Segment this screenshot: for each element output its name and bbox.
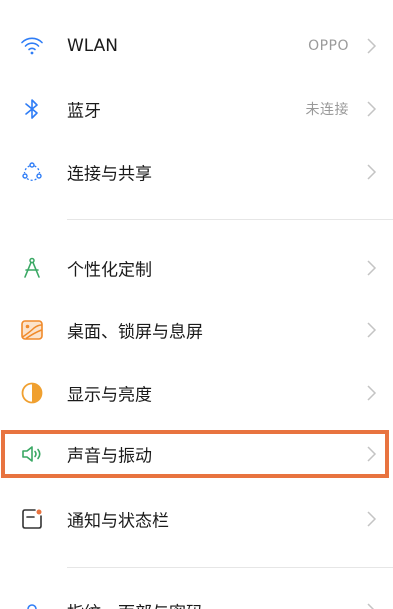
chevron-right-icon <box>367 164 377 180</box>
chevron-right-icon <box>367 446 377 462</box>
chevron-right-icon <box>367 603 375 609</box>
sound-vibration-row[interactable]: 声音与振动 <box>0 428 393 480</box>
notification-statusbar-label: 通知与状态栏 <box>67 511 169 532</box>
section-divider <box>67 219 393 220</box>
sound-vibration-label: 声音与振动 <box>67 446 152 467</box>
display-brightness-label: 显示与亮度 <box>67 385 152 406</box>
connection-share-label: 连接与共享 <box>67 164 152 185</box>
speaker-icon <box>18 440 46 468</box>
connection-share-icon <box>18 158 46 186</box>
wifi-icon <box>18 32 46 60</box>
settings-screen: WLAN OPPO 蓝牙 未连接 连接与共享 个性化定制 桌面、锁屏与息屏 显示… <box>0 0 393 609</box>
brightness-icon <box>18 379 46 407</box>
chevron-right-icon <box>367 511 377 527</box>
fingerprint-face-password-label: 指纹、面部与密码 <box>67 599 203 609</box>
chevron-right-icon <box>367 322 377 338</box>
wlan-value: OPPO <box>308 38 349 54</box>
bluetooth-icon <box>18 95 46 123</box>
personalize-label: 个性化定制 <box>67 260 152 281</box>
fingerprint-face-password-row[interactable]: 指纹、面部与密码 <box>0 585 393 609</box>
notification-statusbar-row[interactable]: 通知与状态栏 <box>0 493 393 545</box>
chevron-right-icon <box>367 260 377 276</box>
personalize-row[interactable]: 个性化定制 <box>0 242 393 294</box>
wlan-label: WLAN <box>67 36 119 56</box>
section-divider <box>67 567 393 568</box>
display-brightness-row[interactable]: 显示与亮度 <box>0 367 393 419</box>
chevron-right-icon <box>367 385 377 401</box>
wallpaper-lockscreen-row[interactable]: 桌面、锁屏与息屏 <box>0 304 393 356</box>
bluetooth-row[interactable]: 蓝牙 未连接 <box>0 83 393 135</box>
wlan-row[interactable]: WLAN OPPO <box>0 20 393 72</box>
bluetooth-label: 蓝牙 <box>67 101 101 122</box>
wallpaper-lockscreen-label: 桌面、锁屏与息屏 <box>67 322 203 343</box>
bluetooth-value: 未连接 <box>305 102 349 118</box>
compass-icon <box>18 254 46 282</box>
connection-share-row[interactable]: 连接与共享 <box>0 146 393 198</box>
chevron-right-icon <box>367 38 377 54</box>
chevron-right-icon <box>367 101 377 117</box>
lock-icon <box>18 597 46 609</box>
notification-bar-icon <box>18 505 46 533</box>
wallpaper-icon <box>18 316 46 344</box>
